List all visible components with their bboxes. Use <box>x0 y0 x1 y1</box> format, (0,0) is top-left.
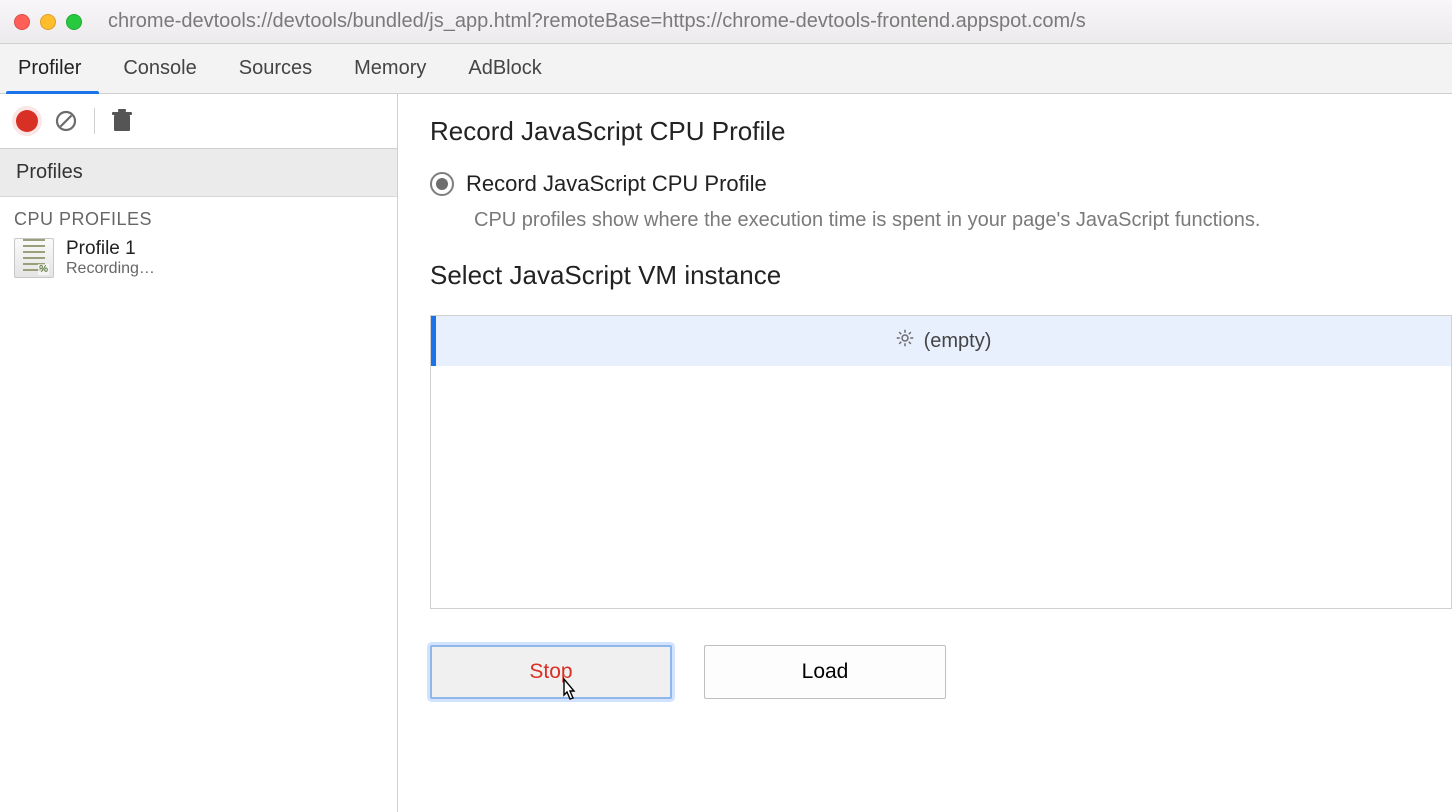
clear-icon[interactable] <box>54 109 78 133</box>
profiles-header-label: Profiles <box>16 161 83 184</box>
tab-memory[interactable]: Memory <box>336 44 450 93</box>
profile-item[interactable]: % Profile 1 Recording… <box>0 236 397 280</box>
close-window-button[interactable] <box>14 14 30 30</box>
maximize-window-button[interactable] <box>66 14 82 30</box>
profile-type-radio[interactable]: Record JavaScript CPU Profile <box>430 171 1452 197</box>
profile-status: Recording… <box>66 260 155 278</box>
radio-label: Record JavaScript CPU Profile <box>466 171 767 197</box>
profile-title: Profile 1 <box>66 238 155 260</box>
action-buttons: Stop Load <box>430 645 1452 719</box>
icon-badge: % <box>38 264 49 275</box>
profile-item-text: Profile 1 Recording… <box>66 238 155 278</box>
trash-icon[interactable] <box>111 109 133 133</box>
tab-label: Console <box>123 57 196 80</box>
load-button[interactable]: Load <box>704 645 946 699</box>
content-heading: Record JavaScript CPU Profile <box>430 116 1452 147</box>
vm-heading: Select JavaScript VM instance <box>430 260 1452 291</box>
stop-button[interactable]: Stop <box>430 645 672 699</box>
toolbar-separator <box>94 108 95 134</box>
tab-profiler[interactable]: Profiler <box>0 44 105 93</box>
radio-description: CPU profiles show where the execution ti… <box>474 209 1452 232</box>
cpu-profiles-label: CPU PROFILES <box>0 197 397 236</box>
spreadsheet-icon: % <box>14 238 54 278</box>
minimize-window-button[interactable] <box>40 14 56 30</box>
tab-sources[interactable]: Sources <box>221 44 336 93</box>
tab-console[interactable]: Console <box>105 44 220 93</box>
tab-label: Profiler <box>18 57 81 80</box>
traffic-lights <box>14 14 82 30</box>
vm-instance-list: (empty) <box>430 315 1452 609</box>
tab-label: Sources <box>239 57 312 80</box>
tab-label: Memory <box>354 57 426 80</box>
sidebar-toolbar <box>0 94 397 149</box>
load-button-label: Load <box>802 660 849 684</box>
devtools-tabstrip: Profiler Console Sources Memory AdBlock <box>0 44 1452 94</box>
tab-label: AdBlock <box>468 57 541 80</box>
vm-instance-label: (empty) <box>924 330 992 353</box>
window-titlebar: chrome-devtools://devtools/bundled/js_ap… <box>0 0 1452 44</box>
window-url: chrome-devtools://devtools/bundled/js_ap… <box>108 10 1086 33</box>
profiler-content: Record JavaScript CPU Profile Record Jav… <box>398 94 1452 812</box>
vm-instance-item[interactable]: (empty) <box>431 316 1451 366</box>
profiles-header: Profiles <box>0 149 397 197</box>
record-button[interactable] <box>16 110 38 132</box>
stop-button-label: Stop <box>529 660 572 684</box>
radio-icon <box>430 172 454 196</box>
gear-icon <box>896 329 914 353</box>
tab-adblock[interactable]: AdBlock <box>450 44 565 93</box>
profiler-sidebar: Profiles CPU PROFILES % Profile 1 Record… <box>0 94 398 812</box>
